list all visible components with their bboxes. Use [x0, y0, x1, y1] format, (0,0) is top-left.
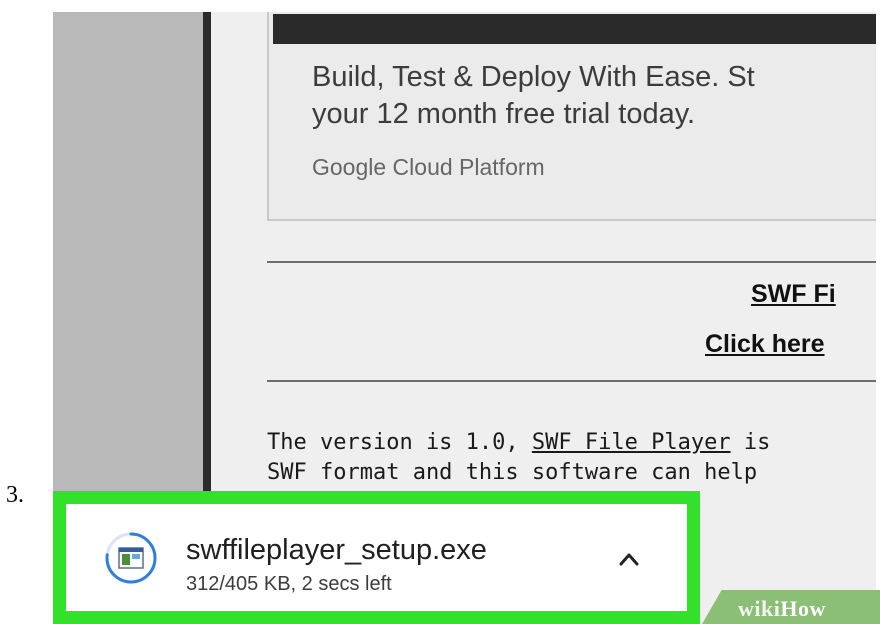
ad-headline[interactable]: Build, Test & Deploy With Ease. St your … — [312, 59, 876, 133]
paragraph-text: The version is 1.0, — [267, 430, 532, 455]
click-here-link[interactable]: Click here — [705, 330, 825, 359]
divider — [267, 380, 876, 382]
download-status: 312/405 KB, 2 secs left — [186, 573, 392, 595]
divider — [267, 261, 876, 263]
swf-file-player-link[interactable]: SWF File Player — [532, 430, 731, 455]
wikihow-watermark: wikiHow — [738, 596, 826, 622]
watermark-how: How — [780, 596, 826, 621]
chevron-up-icon[interactable] — [616, 546, 642, 572]
installer-file-icon[interactable] — [104, 531, 158, 585]
description-paragraph: The version is 1.0, SWF File Player is S… — [267, 428, 876, 488]
step-number: 3. — [6, 482, 24, 508]
watermark-wiki: wiki — [738, 596, 781, 621]
download-item[interactable]: swffileplayer_setup.exe 312/405 KB, 2 se… — [66, 504, 687, 611]
ad-banner — [273, 14, 876, 44]
paragraph-text: SWF format and this software can help — [267, 460, 758, 485]
ad-headline-line2[interactable]: your 12 month free trial today. — [312, 98, 695, 130]
ad-source: Google Cloud Platform — [312, 154, 545, 180]
ad-headline-line1[interactable]: Build, Test & Deploy With Ease. St — [312, 61, 755, 93]
ad-block[interactable]: Build, Test & Deploy With Ease. St your … — [267, 12, 876, 221]
download-filename[interactable]: swffileplayer_setup.exe — [186, 534, 487, 567]
paragraph-text: is — [730, 430, 771, 455]
download-highlight: swffileplayer_setup.exe 312/405 KB, 2 se… — [53, 491, 700, 624]
swf-title-link[interactable]: SWF Fi — [751, 280, 836, 309]
